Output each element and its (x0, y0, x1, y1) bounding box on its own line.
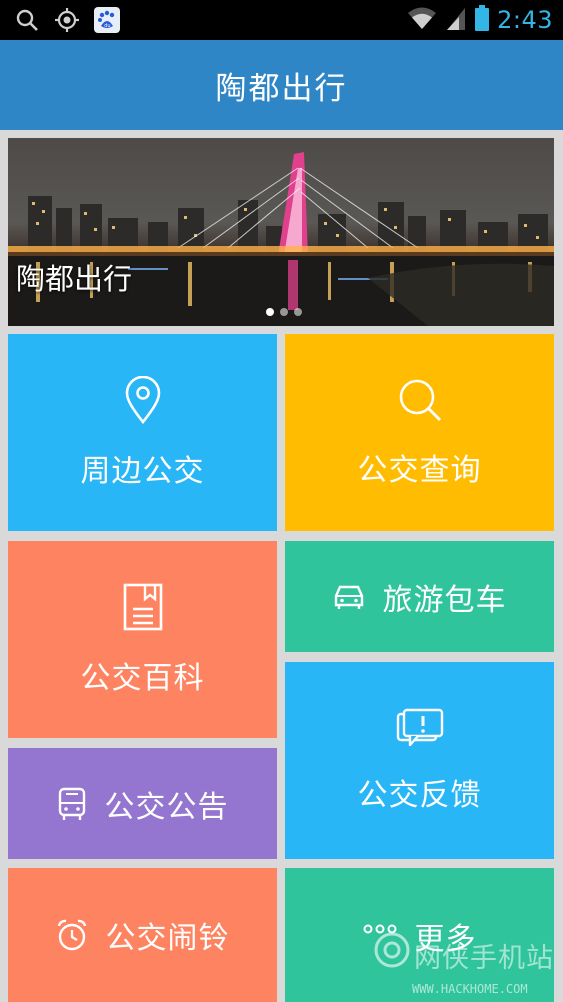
status-bar: du 2:43 (0, 0, 563, 40)
nearby-bus-label: 周边公交 (80, 453, 205, 489)
car-icon (333, 584, 365, 610)
carousel-dot-1[interactable] (266, 308, 274, 316)
svg-text:du: du (104, 23, 110, 29)
charter-label: 旅游包车 (382, 582, 507, 618)
feedback-label: 公交反馈 (357, 777, 482, 813)
notice-label: 公交公告 (104, 789, 229, 825)
bus-query-label: 公交查询 (357, 452, 482, 488)
bus-encyclopedia-tile[interactable]: 公交百科 (8, 541, 277, 738)
clock: 2:43 (497, 6, 553, 34)
alarm-label: 公交闹铃 (105, 921, 230, 956)
bus-encyclopedia-label: 公交百科 (80, 660, 205, 696)
more-tile[interactable]: 更多 (285, 868, 554, 1002)
notice-tile[interactable]: 公交公告 (8, 748, 277, 859)
baidu-icon: du (94, 7, 120, 33)
carousel-indicator (266, 308, 302, 316)
carousel-dot-2[interactable] (280, 308, 288, 316)
alarm-clock-icon (56, 918, 88, 952)
carousel-dot-3[interactable] (294, 308, 302, 316)
search-icon (397, 377, 443, 423)
battery-icon (475, 5, 490, 35)
wifi-icon (407, 6, 437, 34)
page-title: 陶都出行 (215, 70, 348, 107)
charter-tile[interactable]: 旅游包车 (285, 541, 554, 652)
gps-icon (54, 7, 80, 33)
bus-query-tile[interactable]: 公交查询 (285, 334, 554, 531)
location-pin-icon (124, 375, 162, 424)
chat-alert-icon (396, 708, 444, 748)
book-icon (122, 583, 164, 631)
nearby-bus-tile[interactable]: 周边公交 (8, 334, 277, 531)
more-label: 更多 (414, 922, 477, 957)
more-dots-icon (363, 924, 397, 934)
signal-icon (445, 5, 467, 35)
bus-icon (57, 787, 87, 821)
title-bar: 陶都出行 (0, 40, 563, 130)
banner-caption: 陶都出行 (16, 262, 133, 296)
feedback-tile[interactable]: 公交反馈 (285, 662, 554, 859)
banner-carousel[interactable]: 陶都出行 (8, 138, 554, 326)
search-icon (14, 7, 40, 33)
alarm-tile[interactable]: 公交闹铃 (8, 868, 277, 1002)
